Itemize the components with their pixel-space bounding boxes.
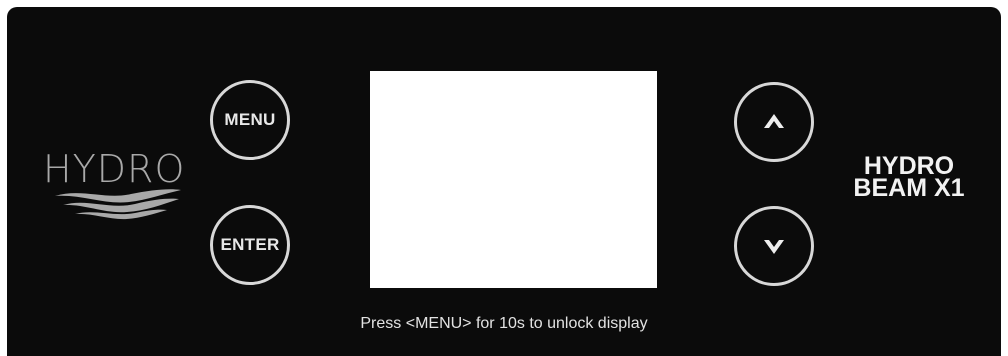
- enter-button-label: ENTER: [220, 235, 280, 254]
- model-name: HYDRO BEAM X1: [834, 154, 984, 202]
- menu-button-label: MENU: [224, 110, 276, 129]
- up-button[interactable]: [734, 82, 814, 162]
- menu-button[interactable]: MENU: [210, 80, 290, 160]
- model-line-2: BEAM X1: [853, 174, 965, 202]
- brand-name: HYDRO: [43, 147, 186, 191]
- brand-logo: HYDRO: [43, 150, 193, 222]
- control-panel: HYDRO MENU ENTER HYDRO BEAM X1 Press <ME…: [7, 7, 1001, 356]
- down-button[interactable]: [734, 206, 814, 286]
- enter-button[interactable]: ENTER: [210, 205, 290, 285]
- unlock-hint: Press <MENU> for 10s to unlock display: [360, 315, 648, 332]
- chevron-down-icon: [764, 240, 784, 254]
- chevron-up-icon: [764, 114, 784, 128]
- display-screen: [370, 71, 657, 288]
- waves-icon: [55, 189, 181, 220]
